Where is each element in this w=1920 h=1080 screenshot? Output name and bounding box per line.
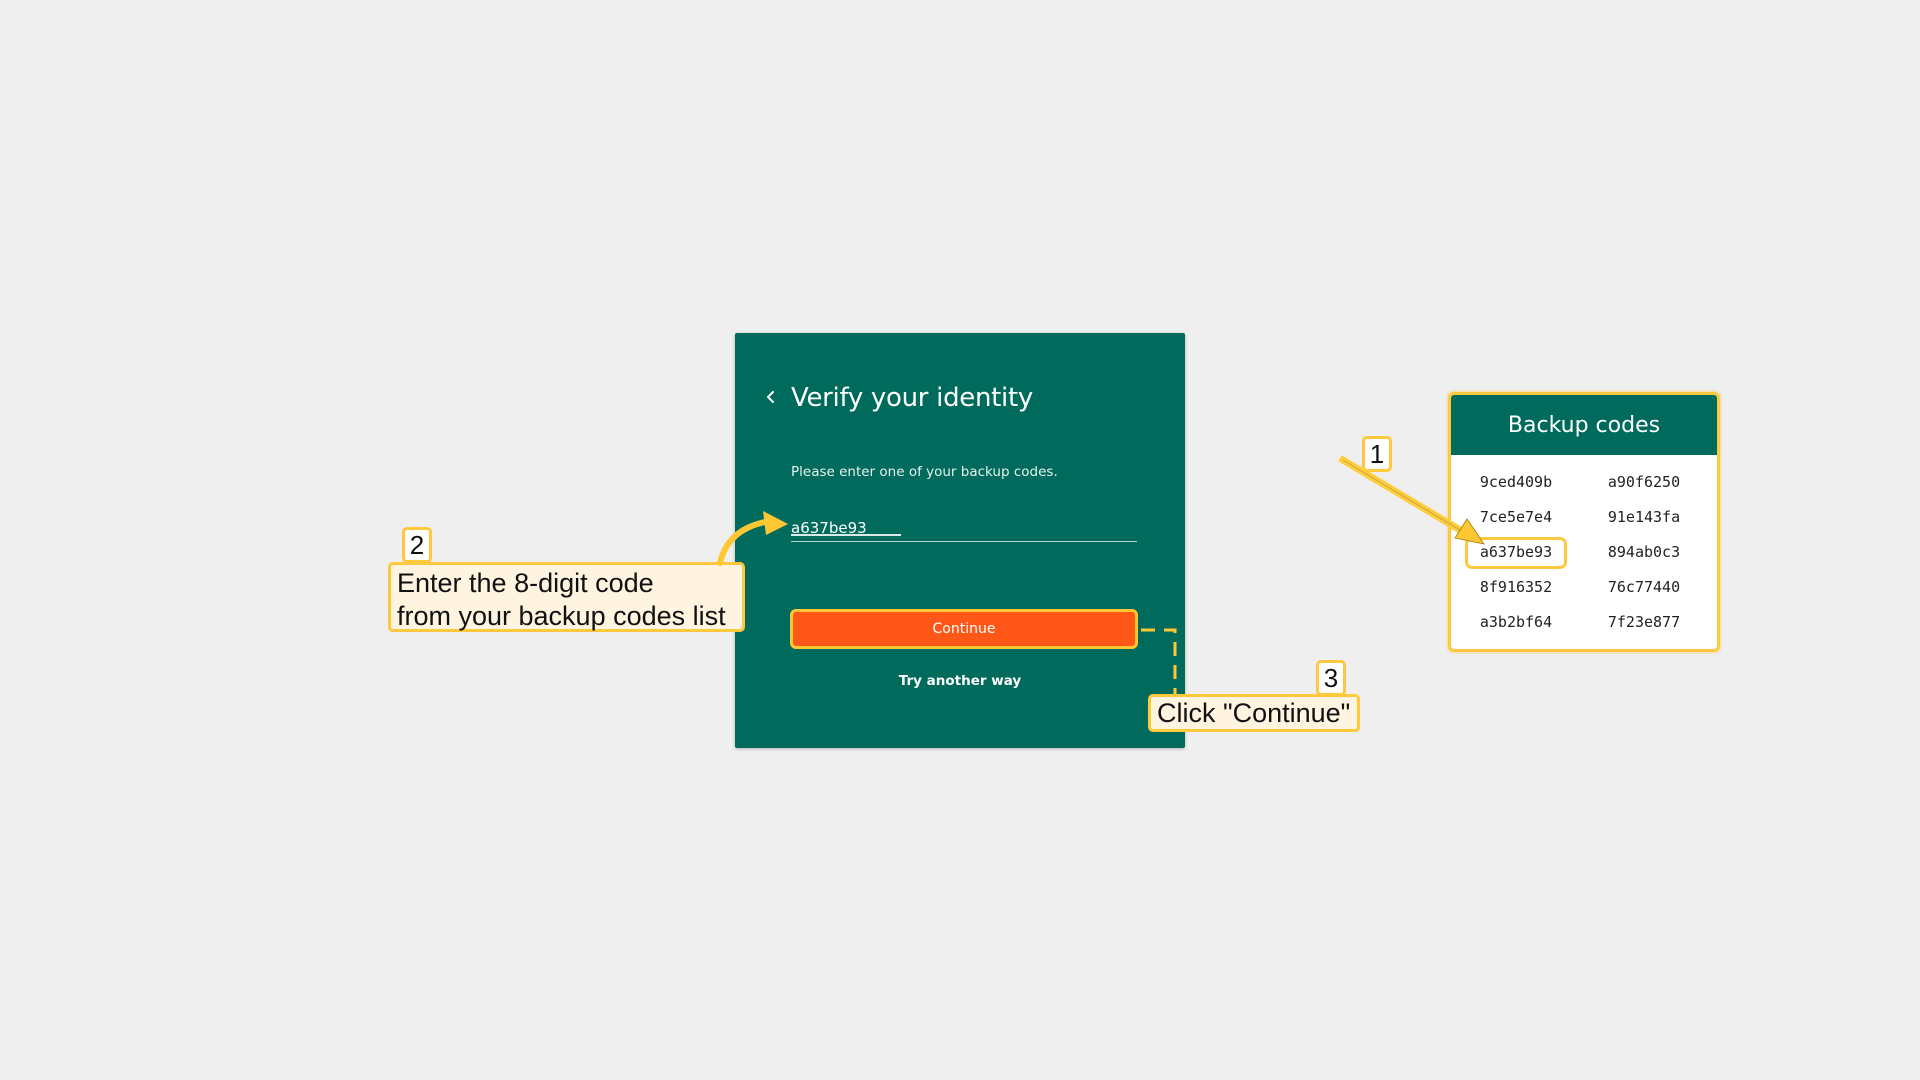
- backup-code: 76c77440: [1607, 578, 1681, 596]
- instruction-text: Please enter one of your backup codes.: [791, 464, 1058, 480]
- backup-code: a90f6250: [1607, 473, 1681, 491]
- step-2-badge: 2: [402, 527, 432, 563]
- verification-card: Verify your identity Please enter one of…: [735, 333, 1185, 748]
- backup-code: 91e143fa: [1607, 508, 1681, 526]
- step-2-callout: Enter the 8-digit code from your backup …: [388, 562, 745, 632]
- step-3-text: Click "Continue": [1157, 698, 1351, 728]
- try-another-way-link[interactable]: Try another way: [735, 673, 1185, 689]
- step-3-badge: 3: [1316, 660, 1346, 696]
- backup-code: 7ce5e7e4: [1479, 508, 1553, 526]
- backup-code: 7f23e877: [1607, 613, 1681, 631]
- step-2-line-1: Enter the 8-digit code: [397, 568, 654, 598]
- backup-codes-panel: Backup codes 9ced409b a90f6250 7ce5e7e4 91e…: [1448, 392, 1720, 652]
- backup-code: 8f916352: [1479, 578, 1553, 596]
- continue-button[interactable]: Continue: [790, 609, 1138, 649]
- backup-code: 894ab0c3: [1607, 543, 1681, 561]
- input-focus-underline: [791, 534, 901, 536]
- page-title: Verify your identity: [791, 383, 1033, 413]
- backup-code: a637be93: [1479, 543, 1553, 561]
- step-3-callout: Click "Continue": [1148, 694, 1360, 732]
- backup-codes-title: Backup codes: [1451, 395, 1717, 455]
- backup-code: 9ced409b: [1479, 473, 1553, 491]
- chevron-left-icon[interactable]: [759, 385, 783, 409]
- step-1-badge: 1: [1362, 436, 1392, 472]
- step-2-line-2: from your backup codes list: [397, 601, 726, 631]
- backup-code-input[interactable]: [791, 515, 1137, 542]
- backup-code: a3b2bf64: [1479, 613, 1553, 631]
